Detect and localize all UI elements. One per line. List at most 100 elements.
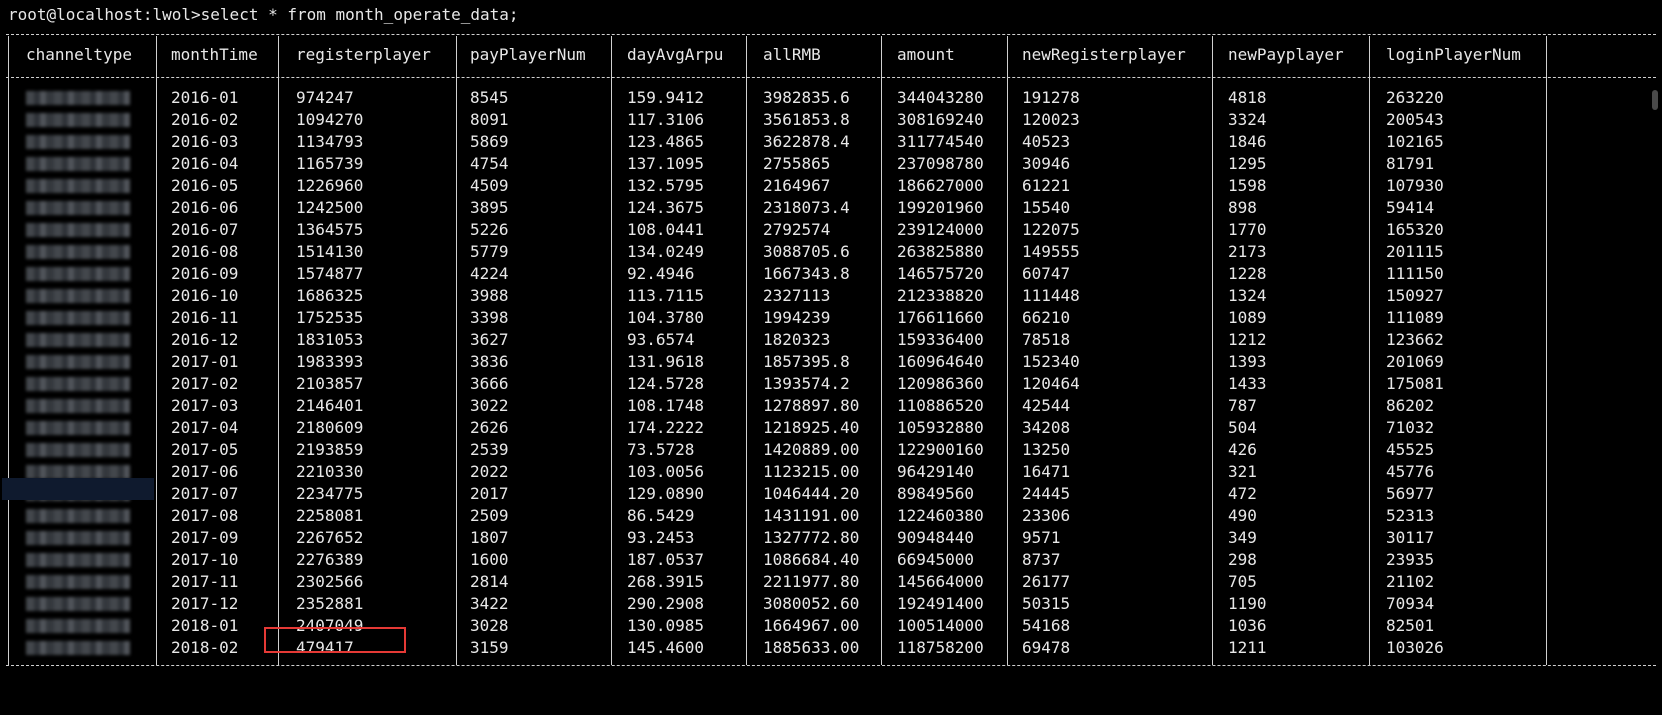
redacted-channeltype bbox=[26, 113, 130, 127]
cell-monthtime: 2017-04 bbox=[171, 418, 239, 437]
cell-registerplayer: 1364575 bbox=[296, 220, 364, 239]
cell-payplayernum: 3836 bbox=[470, 352, 509, 371]
cell-registerplayer: 2193859 bbox=[296, 440, 364, 459]
cell-amount: 160964640 bbox=[897, 352, 984, 371]
cell-monthtime: 2017-05 bbox=[171, 440, 239, 459]
table-row: 2016-06 1242500 3895 124.3675 2318073.4 19920… bbox=[0, 197, 1662, 219]
cell-registerplayer: 1514130 bbox=[296, 242, 364, 261]
command-prompt: root@localhost:lwol>select * from month_… bbox=[8, 5, 519, 24]
cell-allrmb: 3622878.4 bbox=[763, 132, 850, 151]
cell-payplayernum: 8091 bbox=[470, 110, 509, 129]
redacted-channeltype bbox=[26, 135, 130, 149]
cell-newregisterplayer: 50315 bbox=[1022, 594, 1071, 613]
cell-amount: 146575720 bbox=[897, 264, 984, 283]
cell-loginplayernum: 30117 bbox=[1386, 528, 1435, 547]
cell-allrmb: 3080052.60 bbox=[763, 594, 860, 613]
cell-registerplayer: 2180609 bbox=[296, 418, 364, 437]
cell-payplayernum: 5779 bbox=[470, 242, 509, 261]
cell-payplayernum: 3666 bbox=[470, 374, 509, 393]
scrollbar-thumb[interactable] bbox=[1652, 90, 1658, 110]
cell-dayavgarpu: 93.6574 bbox=[627, 330, 695, 349]
terminal-window[interactable]: root@localhost:lwol>select * from month_… bbox=[0, 0, 1662, 715]
table-row: 2017-10 2276389 1600 187.0537 1086684.40 6694… bbox=[0, 549, 1662, 571]
cell-newregisterplayer: 66210 bbox=[1022, 308, 1071, 327]
cell-amount: 159336400 bbox=[897, 330, 984, 349]
cell-monthtime: 2017-10 bbox=[171, 550, 239, 569]
cell-registerplayer: 2210330 bbox=[296, 462, 364, 481]
cell-amount: 122460380 bbox=[897, 506, 984, 525]
cell-amount: 239124000 bbox=[897, 220, 984, 239]
redacted-channeltype bbox=[26, 157, 130, 171]
cell-loginplayernum: 200543 bbox=[1386, 110, 1444, 129]
cell-newpayplayer: 298 bbox=[1228, 550, 1257, 569]
cell-dayavgarpu: 123.4865 bbox=[627, 132, 705, 151]
column-header-payplayernum: payPlayerNum bbox=[470, 45, 586, 64]
cell-loginplayernum: 263220 bbox=[1386, 88, 1444, 107]
redacted-channeltype bbox=[26, 267, 130, 281]
cell-monthtime: 2018-01 bbox=[171, 616, 239, 635]
cell-payplayernum: 4509 bbox=[470, 176, 509, 195]
cell-amount: 311774540 bbox=[897, 132, 984, 151]
cell-newpayplayer: 2173 bbox=[1228, 242, 1267, 261]
table-row: 2017-11 2302566 2814 268.3915 2211977.80 1456… bbox=[0, 571, 1662, 593]
annotation-box bbox=[264, 627, 406, 653]
cell-monthtime: 2016-07 bbox=[171, 220, 239, 239]
cell-newpayplayer: 1211 bbox=[1228, 638, 1267, 657]
cell-registerplayer: 2258081 bbox=[296, 506, 364, 525]
cell-newpayplayer: 472 bbox=[1228, 484, 1257, 503]
cell-newregisterplayer: 122075 bbox=[1022, 220, 1080, 239]
cell-monthtime: 2017-12 bbox=[171, 594, 239, 613]
redacted-channeltype bbox=[26, 597, 130, 611]
table-row: 2016-11 1752535 3398 104.3780 1994239 1766116… bbox=[0, 307, 1662, 329]
cell-amount: 110886520 bbox=[897, 396, 984, 415]
cell-payplayernum: 8545 bbox=[470, 88, 509, 107]
cell-payplayernum: 3627 bbox=[470, 330, 509, 349]
cell-newpayplayer: 504 bbox=[1228, 418, 1257, 437]
cell-amount: 192491400 bbox=[897, 594, 984, 613]
cell-newregisterplayer: 191278 bbox=[1022, 88, 1080, 107]
cell-newregisterplayer: 69478 bbox=[1022, 638, 1071, 657]
cell-payplayernum: 2814 bbox=[470, 572, 509, 591]
cell-dayavgarpu: 129.0890 bbox=[627, 484, 705, 503]
cell-dayavgarpu: 113.7115 bbox=[627, 286, 705, 305]
cell-payplayernum: 4754 bbox=[470, 154, 509, 173]
cell-allrmb: 2792574 bbox=[763, 220, 831, 239]
table-row: 2016-03 1134793 5869 123.4865 3622878.4 31177… bbox=[0, 131, 1662, 153]
cell-payplayernum: 4224 bbox=[470, 264, 509, 283]
cell-allrmb: 2164967 bbox=[763, 176, 831, 195]
cell-newpayplayer: 321 bbox=[1228, 462, 1257, 481]
cell-loginplayernum: 45525 bbox=[1386, 440, 1435, 459]
cell-dayavgarpu: 132.5795 bbox=[627, 176, 705, 195]
cell-payplayernum: 3022 bbox=[470, 396, 509, 415]
cell-allrmb: 1420889.00 bbox=[763, 440, 860, 459]
table-row: 2016-02 1094270 8091 117.3106 3561853.8 30816… bbox=[0, 109, 1662, 131]
cell-loginplayernum: 103026 bbox=[1386, 638, 1444, 657]
redacted-channeltype bbox=[26, 201, 130, 215]
cell-amount: 145664000 bbox=[897, 572, 984, 591]
redacted-channeltype bbox=[26, 223, 130, 237]
cell-newregisterplayer: 24445 bbox=[1022, 484, 1071, 503]
cell-payplayernum: 3028 bbox=[470, 616, 509, 635]
cell-monthtime: 2016-10 bbox=[171, 286, 239, 305]
cell-loginplayernum: 59414 bbox=[1386, 198, 1435, 217]
cell-newpayplayer: 1433 bbox=[1228, 374, 1267, 393]
cell-monthtime: 2017-06 bbox=[171, 462, 239, 481]
cell-newregisterplayer: 54168 bbox=[1022, 616, 1071, 635]
cell-payplayernum: 2022 bbox=[470, 462, 509, 481]
cell-monthtime: 2016-01 bbox=[171, 88, 239, 107]
cell-newpayplayer: 787 bbox=[1228, 396, 1257, 415]
cell-monthtime: 2017-03 bbox=[171, 396, 239, 415]
table-row: 2017-05 2193859 2539 73.5728 1420889.00 12290… bbox=[0, 439, 1662, 461]
cell-payplayernum: 2017 bbox=[470, 484, 509, 503]
cell-dayavgarpu: 159.9412 bbox=[627, 88, 705, 107]
cell-dayavgarpu: 124.3675 bbox=[627, 198, 705, 217]
cell-dayavgarpu: 103.0056 bbox=[627, 462, 705, 481]
table-row: 2016-05 1226960 4509 132.5795 2164967 1866270… bbox=[0, 175, 1662, 197]
cell-registerplayer: 1134793 bbox=[296, 132, 364, 151]
table-row: 2017-06 2210330 2022 103.0056 1123215.00 9642… bbox=[0, 461, 1662, 483]
cell-payplayernum: 5226 bbox=[470, 220, 509, 239]
cell-amount: 122900160 bbox=[897, 440, 984, 459]
cell-amount: 263825880 bbox=[897, 242, 984, 261]
cell-newpayplayer: 1036 bbox=[1228, 616, 1267, 635]
cell-dayavgarpu: 187.0537 bbox=[627, 550, 705, 569]
